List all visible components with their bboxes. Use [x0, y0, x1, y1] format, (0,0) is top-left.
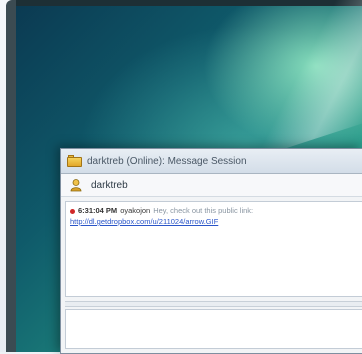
- message-session-window[interactable]: darktreb (Online): Message Session darkt…: [60, 148, 362, 354]
- window-titlebar[interactable]: darktreb (Online): Message Session: [61, 149, 362, 174]
- message-input[interactable]: [65, 309, 362, 349]
- message-link[interactable]: http://dl.getdropbox.com/u/211024/arrow.…: [70, 216, 359, 227]
- message-sender: oyakojon: [120, 206, 151, 215]
- folder-icon: [67, 155, 82, 167]
- message-time: 6:31:04 PM: [78, 206, 118, 215]
- message-history-pane[interactable]: 6:31:04 PM oyakojon Hey, check out this pu…: [65, 201, 362, 297]
- contact-bar: darktreb: [61, 174, 362, 197]
- buddy-icon: [70, 179, 82, 192]
- message-text: Hey, check out this public link:: [153, 206, 254, 215]
- wallpaper-light-streak: [206, 0, 362, 159]
- status-dot-icon: [70, 208, 75, 214]
- contact-name: darktreb: [91, 179, 128, 191]
- pane-splitter[interactable]: [65, 301, 362, 307]
- window-title: darktreb (Online): Message Session: [87, 155, 247, 167]
- message-header: 6:31:04 PM oyakojon Hey, check out this pu…: [70, 205, 359, 216]
